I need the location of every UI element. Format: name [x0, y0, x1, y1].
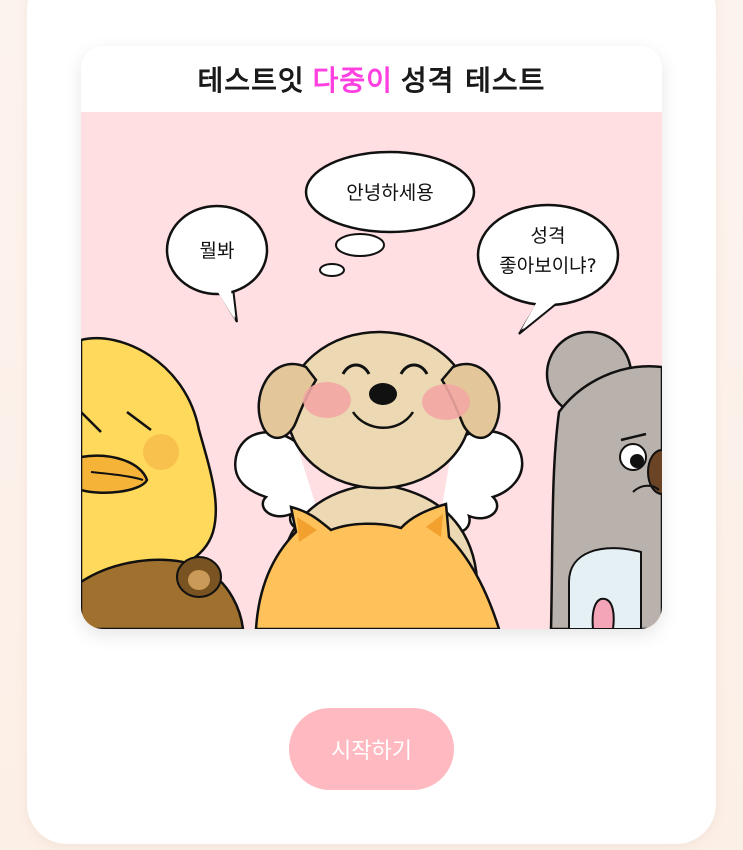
title-highlight: 다중이 [312, 64, 393, 97]
koala-character [545, 330, 662, 629]
thought-bubble-center: 안녕하세용 [304, 150, 476, 277]
start-button[interactable]: 시작하기 [289, 708, 454, 790]
bubble-left-text: 뭘봐 [200, 240, 235, 262]
bubble-right-text-2: 좋아보이냐? [499, 255, 597, 277]
title-prefix: 테스트잇 [197, 64, 305, 97]
title-suffix: 성격 테스트 [400, 64, 546, 97]
speech-bubble-right: 성격 좋아보이냐? [476, 203, 620, 335]
chick-character [81, 337, 218, 584]
comic-illustration: 뭘봐 안녕하세용 성격 좋아보이냐? [81, 112, 662, 629]
test-intro-frame: 테스트잇 다중이 성격 테스트 뭘봐 안녕하세용 성격 좋아보이냐? [81, 46, 662, 629]
bubble-center-text: 안녕하세용 [346, 182, 433, 204]
speech-bubble-left: 뭘봐 [165, 204, 269, 323]
bubble-right-text-1: 성격 [531, 225, 566, 247]
test-title: 테스트잇 다중이 성격 테스트 [81, 46, 662, 112]
